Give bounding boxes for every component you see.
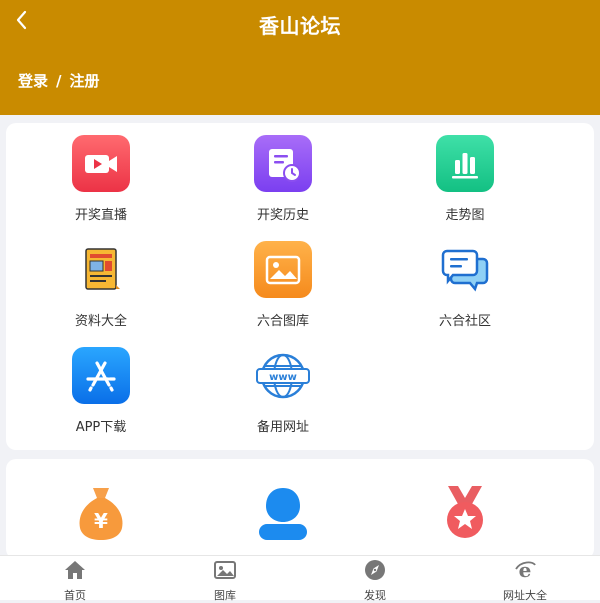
menu-item-backup-url[interactable]: www 备用网址: [223, 335, 343, 435]
app-store-icon: [72, 347, 130, 404]
secondary-card: ¥: [6, 459, 594, 559]
menu-item-label: 备用网址: [256, 420, 309, 435]
menu-item-label: 开奖历史: [256, 208, 309, 223]
tab-home[interactable]: 首页: [0, 556, 150, 602]
tab-label: 发现: [364, 589, 386, 602]
video-play-icon: [72, 135, 130, 192]
newspaper-icon: [72, 241, 130, 298]
money-bag-icon: ¥: [72, 484, 130, 542]
tab-label: 图库: [214, 589, 236, 602]
menu-item-trend-chart[interactable]: 走势图: [405, 123, 525, 223]
menu-item-gallery[interactable]: 六合图库: [223, 229, 343, 329]
image-icon: [213, 559, 237, 585]
home-icon: [63, 559, 87, 585]
menu-item-label: 六合社区: [438, 314, 491, 329]
register-link[interactable]: 注册: [70, 70, 100, 91]
chevron-left-icon: [13, 9, 31, 35]
app-header: 香山论坛 登录 / 注册: [0, 0, 600, 115]
bar-chart-icon: [436, 135, 494, 192]
svg-text:¥: ¥: [94, 509, 108, 533]
menu-item-label: 资料大全: [74, 314, 127, 329]
auth-links: 登录 / 注册: [18, 70, 100, 91]
menu-item-label: 六合图库: [256, 314, 309, 329]
image-gallery-icon: [254, 241, 312, 298]
chat-bubbles-icon: [436, 241, 494, 298]
back-button[interactable]: [8, 8, 36, 36]
menu-item-label: APP下载: [75, 420, 127, 435]
menu-item-label: 走势图: [445, 208, 485, 223]
secondary-item-money[interactable]: ¥: [41, 459, 161, 559]
menu-item-live-draw[interactable]: 开奖直播: [41, 123, 161, 223]
tab-label: 首页: [64, 589, 86, 602]
svg-text:www: www: [269, 372, 297, 383]
globe-www-icon: www: [254, 347, 312, 404]
menu-item-label: 开奖直播: [74, 208, 127, 223]
secondary-item-user[interactable]: [223, 459, 343, 559]
page-title: 香山论坛: [259, 14, 341, 38]
secondary-item-medal[interactable]: [405, 459, 525, 559]
tab-url-directory[interactable]: e 网址大全: [450, 556, 600, 602]
medal-icon: [436, 484, 494, 542]
user-avatar-icon: [254, 484, 312, 542]
menu-item-draw-history[interactable]: 开奖历史: [223, 123, 343, 223]
tab-discover[interactable]: 发现: [300, 556, 450, 602]
ie-browser-icon: e: [513, 558, 537, 585]
history-document-icon: [254, 135, 312, 192]
compass-icon: [363, 559, 387, 585]
auth-separator: /: [56, 71, 62, 90]
login-link[interactable]: 登录: [18, 70, 48, 91]
bottom-tab-bar: 首页 图库 发现 e 网址大全: [0, 555, 600, 602]
tab-gallery[interactable]: 图库: [150, 556, 300, 602]
menu-item-data-collection[interactable]: 资料大全: [41, 229, 161, 329]
tab-label: 网址大全: [503, 589, 547, 602]
menu-card: 开奖直播 开奖历史 走势图 资料大全 六合图库 六合社区 APP下载 www 备…: [6, 123, 594, 450]
menu-item-community[interactable]: 六合社区: [405, 229, 525, 329]
menu-item-app-download[interactable]: APP下载: [41, 335, 161, 435]
